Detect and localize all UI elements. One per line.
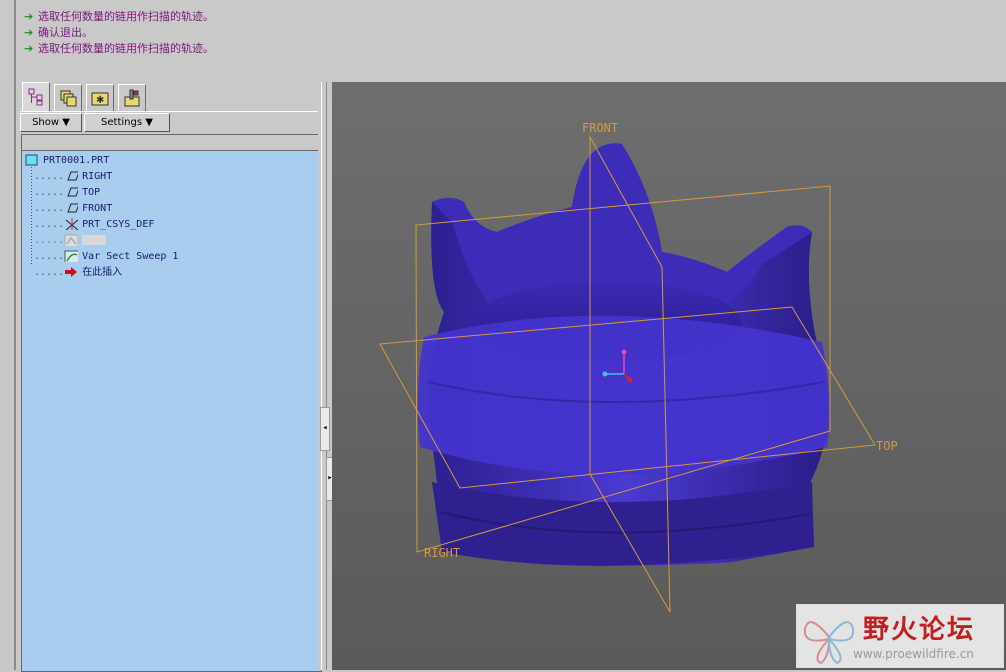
tree-item-csys[interactable]: ..... PRT_CSYS_DEF bbox=[34, 218, 154, 232]
splitter-edge bbox=[321, 82, 322, 670]
part-icon bbox=[25, 154, 38, 166]
folder-star-icon: ✱ bbox=[91, 92, 109, 106]
tree-item-top[interactable]: ..... TOP bbox=[34, 186, 100, 200]
model-tree-icon bbox=[28, 88, 43, 106]
tree-item-right[interactable]: ..... RIGHT bbox=[34, 170, 112, 184]
message-line-1: ➔ 选取任何数量的链用作扫描的轨迹。 bbox=[24, 9, 214, 24]
panel-splitter[interactable]: ◂ ▸ bbox=[318, 82, 334, 670]
tab-divider bbox=[20, 111, 324, 112]
model-view: FRONT TOP RIGHT bbox=[379, 121, 898, 613]
tree-item-suppressed[interactable]: ..... bbox=[34, 234, 107, 248]
tree-filter-field[interactable] bbox=[21, 134, 322, 151]
tools-icon bbox=[124, 89, 140, 107]
tab-model-tree[interactable] bbox=[22, 82, 50, 111]
sweep-icon bbox=[64, 250, 79, 262]
suppressed-feature-icon bbox=[64, 234, 79, 246]
forum-watermark-logo: 野火论坛 www.proewildfire.cn bbox=[796, 604, 1004, 668]
graphics-viewport[interactable]: FRONT TOP RIGHT bbox=[332, 82, 1006, 670]
navigator-panel: ✱ Show ▼ Settings ▼ PRT0001.PRT ..... RIG… bbox=[14, 82, 326, 672]
layers-icon bbox=[60, 90, 77, 107]
butterfly-logo-icon bbox=[803, 621, 855, 665]
front-plane-label: FRONT bbox=[582, 121, 618, 135]
tree-item-label: RIGHT bbox=[82, 171, 113, 182]
insert-here-arrow-icon bbox=[65, 267, 78, 277]
message-text: 选取任何数量的链用作扫描的轨迹。 bbox=[38, 10, 214, 23]
message-text: 确认退出。 bbox=[38, 26, 93, 39]
tree-item-front[interactable]: ..... FRONT bbox=[34, 202, 112, 216]
model-tree: PRT0001.PRT ..... RIGHT ..... TOP ..... FRO… bbox=[21, 150, 322, 672]
tree-root-label: PRT0001.PRT bbox=[43, 155, 110, 166]
tree-root[interactable]: PRT0001.PRT bbox=[25, 154, 109, 168]
splitter-shadow bbox=[326, 82, 327, 670]
right-plane-label: RIGHT bbox=[424, 546, 460, 560]
tab-layers[interactable] bbox=[54, 84, 82, 111]
green-arrow-icon: ➔ bbox=[24, 42, 34, 55]
tree-item-insert-here[interactable]: ..... 在此插入 bbox=[34, 266, 122, 280]
tab-tools[interactable] bbox=[118, 84, 146, 111]
message-area: ➔ 选取任何数量的链用作扫描的轨迹。 ➔ 确认退出。 ➔ 选取任何数量的链用作扫描的轨… bbox=[0, 0, 1006, 82]
tab-favorites[interactable]: ✱ bbox=[86, 84, 114, 111]
datum-plane-icon bbox=[67, 187, 79, 197]
collapse-left-arrow-icon[interactable]: ◂ bbox=[320, 407, 330, 451]
message-text: 选取任何数量的链用作扫描的轨迹。 bbox=[38, 42, 214, 55]
tree-item-label: PRT_CSYS_DEF bbox=[82, 219, 155, 230]
green-arrow-icon: ➔ bbox=[24, 26, 34, 39]
green-arrow-icon: ➔ bbox=[24, 10, 34, 23]
top-plane-label: TOP bbox=[876, 439, 898, 453]
datum-plane-icon bbox=[67, 171, 79, 181]
logo-title: 野火论坛 bbox=[863, 615, 976, 645]
tree-item-label: Var Sect Sweep 1 bbox=[82, 251, 179, 262]
tree-item-label: FRONT bbox=[82, 203, 113, 214]
message-line-2: ➔ 确认退出。 bbox=[24, 25, 93, 40]
blurred-label bbox=[82, 235, 107, 245]
message-area-border bbox=[14, 0, 16, 82]
datum-plane-icon bbox=[67, 203, 79, 213]
tree-item-label: 在此插入 bbox=[82, 267, 123, 278]
message-line-3: ➔ 选取任何数量的链用作扫描的轨迹。 bbox=[24, 41, 214, 56]
tree-item-label: TOP bbox=[82, 187, 101, 198]
logo-url: www.proewildfire.cn bbox=[853, 647, 974, 661]
settings-button[interactable]: Settings ▼ bbox=[84, 113, 170, 132]
tree-item-sweep[interactable]: ..... Var Sect Sweep 1 bbox=[34, 250, 178, 264]
show-button[interactable]: Show ▼ bbox=[20, 113, 82, 132]
svg-text:✱: ✱ bbox=[96, 95, 104, 106]
csys-icon bbox=[65, 218, 79, 230]
